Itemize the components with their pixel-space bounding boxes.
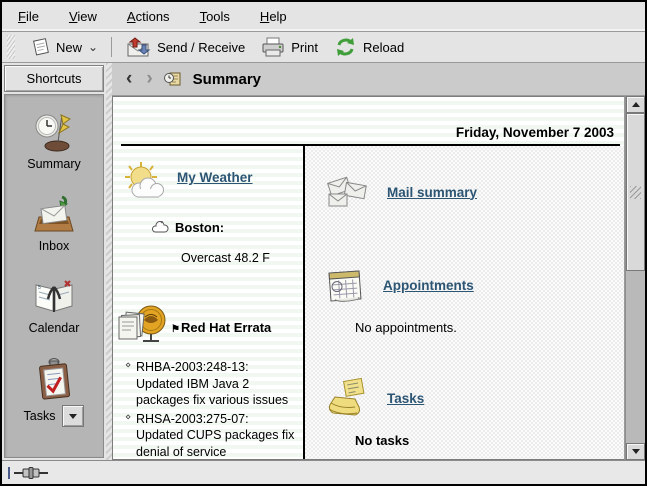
redhat-errata-icon xyxy=(115,303,171,351)
current-date: Friday, November 7 2003 xyxy=(113,97,624,144)
chevron-down-icon xyxy=(69,414,77,419)
send-receive-button[interactable]: Send / Receive xyxy=(117,33,253,61)
errata-item[interactable]: RHBA-2003:248-13: Updated IBM Java 2 pac… xyxy=(125,359,299,409)
send-receive-icon xyxy=(125,36,151,58)
online-status-plug-icon[interactable] xyxy=(14,466,50,480)
tasks-icon xyxy=(33,357,75,401)
weather-condition: Overcast 48.2 F xyxy=(181,251,299,265)
weather-location: Boston: xyxy=(175,220,224,235)
sidebar-item-summary[interactable]: Summary xyxy=(27,111,80,171)
toolbar: New ⌄ Send / Receive Print Reload xyxy=(2,32,645,63)
appointments-empty-text: No appointments. xyxy=(355,320,624,335)
alert-flag-icon xyxy=(171,320,181,335)
menu-file[interactable]: File xyxy=(14,7,43,26)
menu-bar: File View Actions Tools Help xyxy=(2,2,645,32)
print-button[interactable]: Print xyxy=(253,33,326,61)
shortcut-panel: Summary Inbox 5 Calendar xyxy=(4,94,104,458)
my-weather-link[interactable]: My Weather xyxy=(177,170,253,185)
new-note-icon xyxy=(31,37,50,57)
summary-icon xyxy=(32,111,76,153)
menu-actions[interactable]: Actions xyxy=(123,7,174,26)
sidebar-item-label: Summary xyxy=(27,157,80,171)
new-button-label: New xyxy=(56,40,82,55)
tasks-section-icon xyxy=(325,377,371,419)
summary-left-column: My Weather Boston: Overcast 48.2 F xyxy=(113,146,303,459)
menu-view[interactable]: View xyxy=(65,7,101,26)
toolbar-drag-handle[interactable] xyxy=(7,35,15,59)
arrow-down-icon xyxy=(632,449,640,454)
page-title: Summary xyxy=(193,71,261,88)
evolution-window: File View Actions Tools Help New ⌄ Send … xyxy=(0,0,647,486)
summary-title-icon xyxy=(163,70,183,88)
appointments-icon xyxy=(325,264,367,306)
inbox-icon xyxy=(32,193,76,235)
new-button[interactable]: New ⌄ xyxy=(23,34,106,60)
scrollbar-thumb[interactable] xyxy=(626,113,645,271)
scrollbar-grip-icon xyxy=(630,186,641,199)
print-label: Print xyxy=(291,40,318,55)
shortcuts-sidebar: Shortcuts Summary Inbox 5 xyxy=(2,63,106,460)
shortcuts-group-button[interactable]: Shortcuts xyxy=(4,65,104,92)
shortcuts-group-label: Shortcuts xyxy=(27,71,82,86)
errata-list: RHBA-2003:248-13: Updated IBM Java 2 pac… xyxy=(125,359,299,459)
status-bar xyxy=(2,460,645,484)
status-focus-tick xyxy=(8,467,10,479)
summary-view: Friday, November 7 2003 My Weather xyxy=(112,96,625,460)
calendar-icon: 5 xyxy=(32,275,76,317)
menu-tools[interactable]: Tools xyxy=(196,7,234,26)
small-cloud-icon xyxy=(151,221,169,235)
sidebar-item-inbox[interactable]: Inbox xyxy=(32,193,76,253)
scroll-down-button[interactable] xyxy=(626,443,645,460)
errata-section-title[interactable]: Red Hat Errata xyxy=(171,320,271,335)
folder-title-bar: ‹ › Summary xyxy=(112,63,645,96)
svg-text:5: 5 xyxy=(38,285,41,291)
mail-summary-link[interactable]: Mail summary xyxy=(387,185,477,200)
forward-arrow-icon[interactable]: › xyxy=(142,70,156,88)
arrow-up-icon xyxy=(632,102,640,107)
print-icon xyxy=(261,36,285,58)
back-arrow-icon[interactable]: ‹ xyxy=(122,70,136,88)
reload-button[interactable]: Reload xyxy=(326,33,412,61)
sidebar-item-label: Calendar xyxy=(29,321,80,335)
menu-help[interactable]: Help xyxy=(256,7,291,26)
sidebar-item-tasks[interactable]: Tasks xyxy=(24,357,85,427)
tasks-empty-text: No tasks xyxy=(355,433,624,448)
errata-item[interactable]: RHSA-2003:275-07: Updated CUPS packages … xyxy=(125,411,299,460)
sidebar-item-label: Tasks xyxy=(24,409,56,423)
weather-icon xyxy=(121,160,169,204)
sidebar-item-calendar[interactable]: 5 Calendar xyxy=(29,275,80,335)
new-dropdown-icon[interactable]: ⌄ xyxy=(88,43,98,51)
scroll-up-button[interactable] xyxy=(626,96,645,113)
sidebar-item-label: Inbox xyxy=(39,239,70,253)
appointments-link[interactable]: Appointments xyxy=(383,278,474,293)
reload-label: Reload xyxy=(363,40,404,55)
reload-icon xyxy=(334,36,357,58)
mail-summary-icon xyxy=(325,172,371,212)
scrollbar-trough[interactable] xyxy=(626,271,645,443)
send-receive-label: Send / Receive xyxy=(157,40,245,55)
summary-right-column: Mail summary Appointments No appointment… xyxy=(303,146,624,459)
toolbar-separator xyxy=(111,37,112,57)
vertical-scrollbar[interactable] xyxy=(625,96,645,460)
tasks-link[interactable]: Tasks xyxy=(387,391,424,406)
shortcut-bar-dropdown-button[interactable] xyxy=(62,405,84,427)
